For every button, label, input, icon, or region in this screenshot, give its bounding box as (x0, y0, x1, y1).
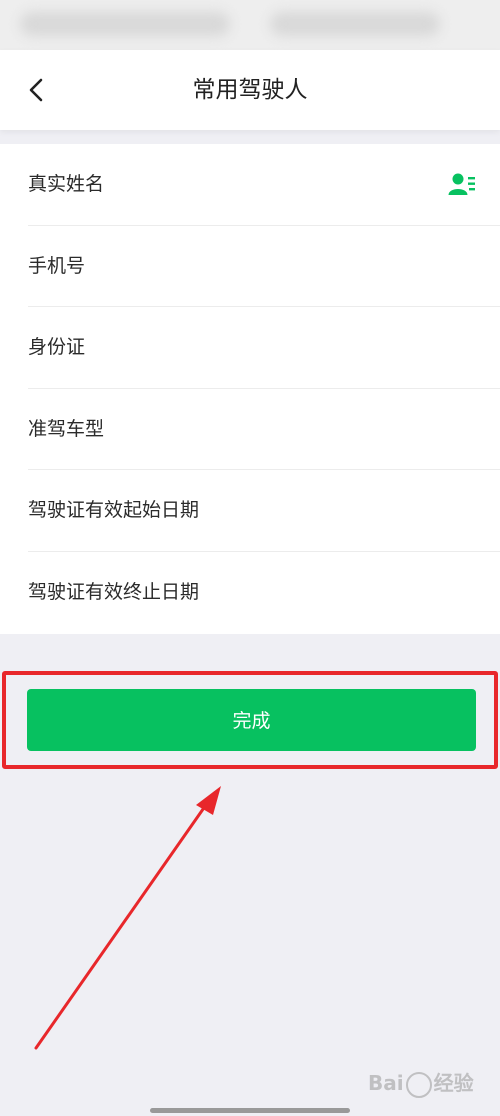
nav-header: 常用驾驶人 (0, 50, 500, 130)
home-indicator (150, 1108, 350, 1113)
field-label: 手机号 (28, 254, 86, 277)
field-license-start-date[interactable]: 驾驶证有效起始日期 (28, 470, 500, 552)
field-license-end-date[interactable]: 驾驶证有效终止日期 (28, 552, 500, 634)
field-label: 准驾车型 (28, 417, 105, 440)
field-label: 驾驶证有效终止日期 (28, 580, 200, 603)
field-real-name[interactable]: 真实姓名 (28, 144, 500, 226)
annotation-highlight-box (2, 671, 498, 769)
field-phone[interactable]: 手机号 (28, 226, 500, 308)
page-title: 常用驾驶人 (192, 77, 308, 103)
field-label: 真实姓名 (28, 173, 105, 195)
field-vehicle-class[interactable]: 准驾车型 (28, 389, 500, 471)
driver-form: 真实姓名 手机号 身份证 准驾车型 驾驶证有效起始日期 驾驶证有效终止日期 (0, 144, 500, 634)
baidu-jingyan-watermark: Bai 经验 (368, 1065, 488, 1101)
contact-list-icon[interactable] (448, 172, 476, 196)
back-button[interactable] (18, 72, 54, 108)
chevron-left-icon (29, 78, 43, 102)
status-bar-blur (20, 12, 230, 36)
field-id-card[interactable]: 身份证 (28, 307, 500, 389)
status-bar (0, 0, 500, 50)
status-bar-blur (270, 12, 440, 36)
field-label: 身份证 (28, 336, 86, 359)
field-label: 驾驶证有效起始日期 (28, 499, 200, 522)
